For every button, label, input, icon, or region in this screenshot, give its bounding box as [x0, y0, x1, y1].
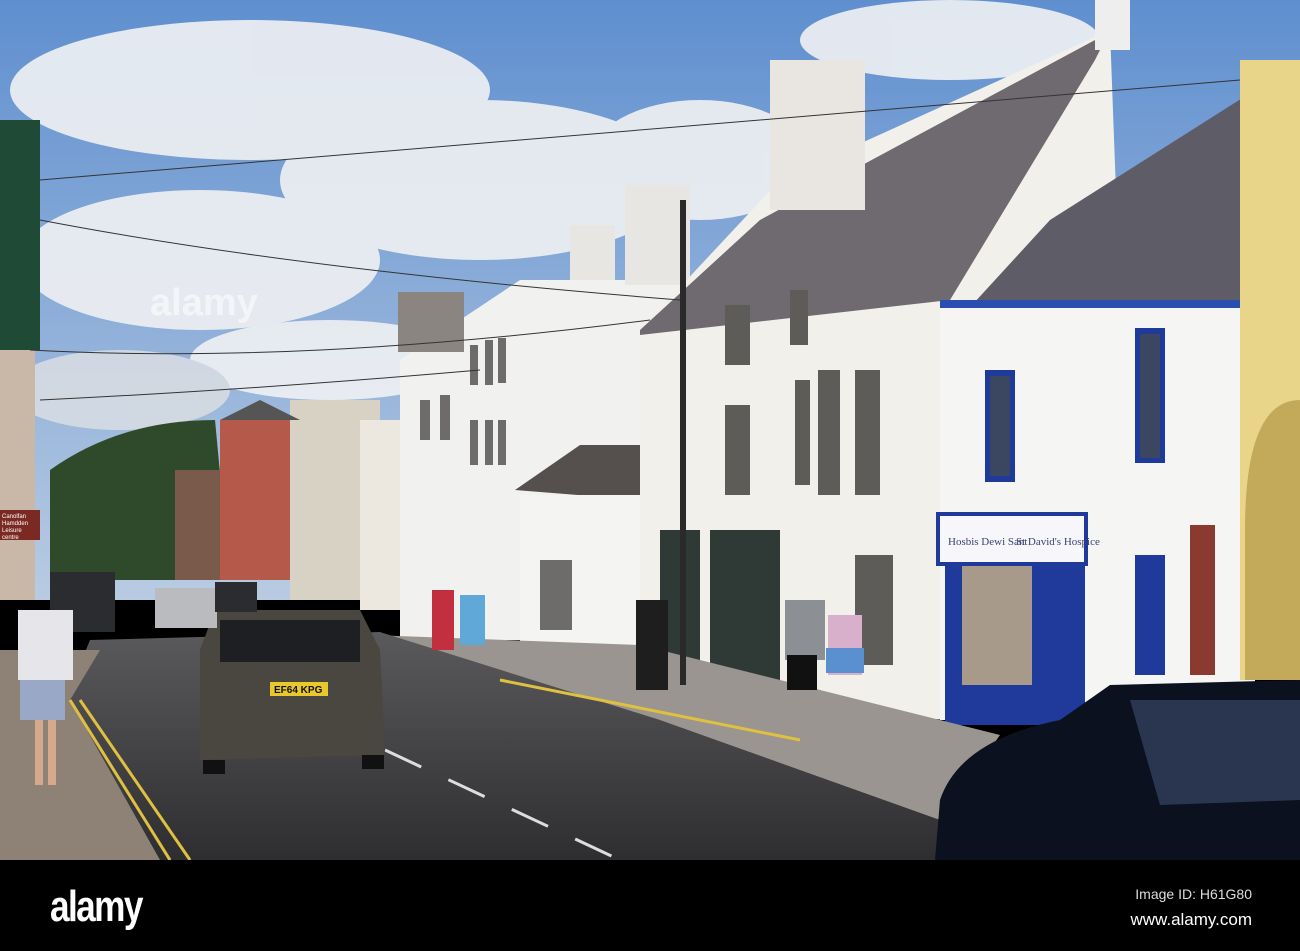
- grey-ford-car: EF64 KPG: [200, 610, 385, 774]
- road-sign-line3: Leisure: [2, 528, 22, 534]
- road-sign-line1: Canolfan: [2, 514, 26, 520]
- hospice-sign-english: St David's Hospice: [1016, 536, 1100, 548]
- number-plate: EF64 KPG: [274, 685, 323, 696]
- alamy-logo: alamy: [50, 882, 143, 931]
- road-sign-line4: centre: [2, 535, 19, 541]
- left-shop-sign: Canolfan Hamdden Leisure centre: [0, 120, 40, 600]
- footer-bar: alamy Image ID: H61G80 www.alamy.com: [0, 860, 1300, 951]
- street-photo: Hosbis Dewi Sant St David's Hospice Cano…: [0, 0, 1300, 860]
- lamp-post: [680, 200, 686, 685]
- yellow-building: [1240, 60, 1300, 680]
- website-link[interactable]: www.alamy.com: [1130, 910, 1252, 930]
- image-id: Image ID: H61G80: [1135, 886, 1252, 902]
- road-sign-line2: Hamdden: [2, 521, 28, 527]
- watermark: alamy: [150, 282, 258, 324]
